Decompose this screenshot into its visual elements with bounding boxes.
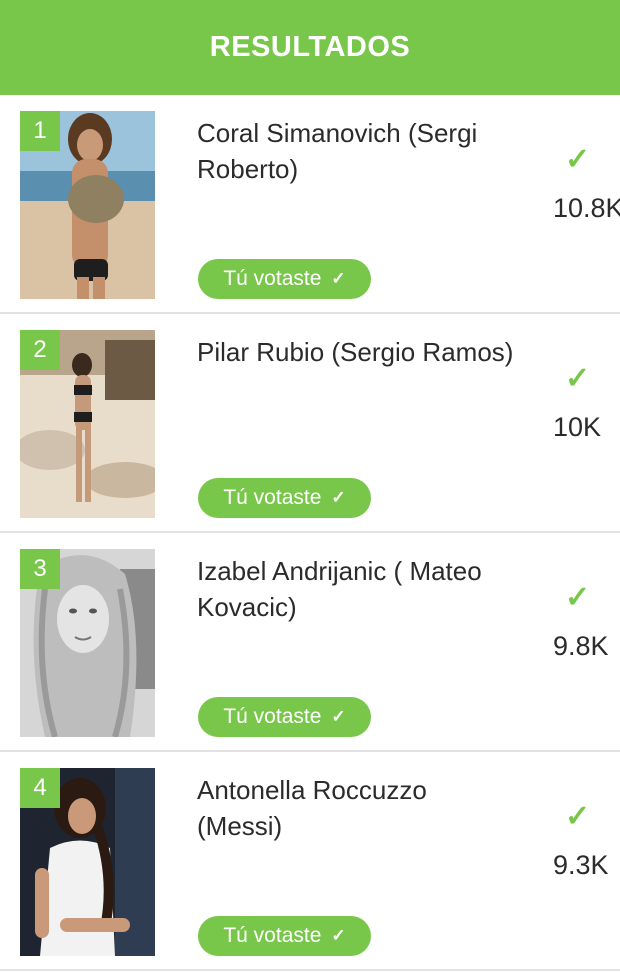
- rank-badge: 3: [20, 549, 60, 589]
- check-small-icon: ✓: [331, 269, 346, 288]
- voted-badge: Tú votaste ✓: [198, 259, 371, 299]
- candidate-name[interactable]: Pilar Rubio (Sergio Ramos): [197, 334, 517, 370]
- candidate-name[interactable]: Izabel Andrijanic ( Mateo Kovacic): [197, 553, 517, 625]
- result-row[interactable]: 2 Pilar Rubio (Sergio Ramos) Tú votaste …: [0, 314, 620, 533]
- voted-badge: Tú votaste ✓: [198, 478, 371, 518]
- results-header: RESULTADOS: [0, 0, 620, 95]
- rank-badge: 4: [20, 768, 60, 808]
- vote-count: 9.3K: [553, 850, 609, 880]
- candidate-name[interactable]: Coral Simanovich (Sergi Roberto): [197, 115, 517, 187]
- voted-label: Tú votaste: [223, 267, 322, 290]
- check-small-icon: ✓: [331, 707, 346, 726]
- check-icon: ✓: [565, 800, 591, 833]
- check-small-icon: ✓: [331, 488, 346, 507]
- result-row[interactable]: 4 Antonella Roccuzzo (Messi) Tú votaste …: [0, 752, 620, 971]
- candidate-name[interactable]: Antonella Roccuzzo (Messi): [197, 772, 517, 844]
- check-icon: ✓: [565, 362, 591, 395]
- rank-badge: 2: [20, 330, 60, 370]
- voted-badge: Tú votaste ✓: [198, 697, 371, 737]
- vote-count: 10K: [553, 412, 602, 442]
- check-small-icon: ✓: [331, 926, 346, 945]
- results-title: RESULTADOS: [209, 31, 411, 63]
- photo-thumbnail[interactable]: 2: [20, 330, 155, 518]
- voted-label: Tú votaste: [223, 705, 322, 728]
- voted-label: Tú votaste: [223, 924, 322, 947]
- result-row[interactable]: 1 Coral Simanovich (Sergi Roberto) Tú vo…: [0, 95, 620, 314]
- vote-count: 10.8K: [553, 193, 620, 223]
- result-row[interactable]: 3 Izabel Andrijanic ( Mateo Kovacic) Tú …: [0, 533, 620, 752]
- photo-thumbnail[interactable]: 3: [20, 549, 155, 737]
- check-icon: ✓: [565, 143, 591, 176]
- vote-count: 9.8K: [553, 631, 609, 661]
- photo-thumbnail[interactable]: 1: [20, 111, 155, 299]
- voted-badge: Tú votaste ✓: [198, 916, 371, 956]
- rank-badge: 1: [20, 111, 60, 151]
- voted-label: Tú votaste: [223, 486, 322, 509]
- photo-thumbnail[interactable]: 4: [20, 768, 155, 956]
- results-panel: RESULTADOS 1 Coral Simanovich (Sergi Rob…: [0, 0, 620, 973]
- check-icon: ✓: [565, 581, 591, 614]
